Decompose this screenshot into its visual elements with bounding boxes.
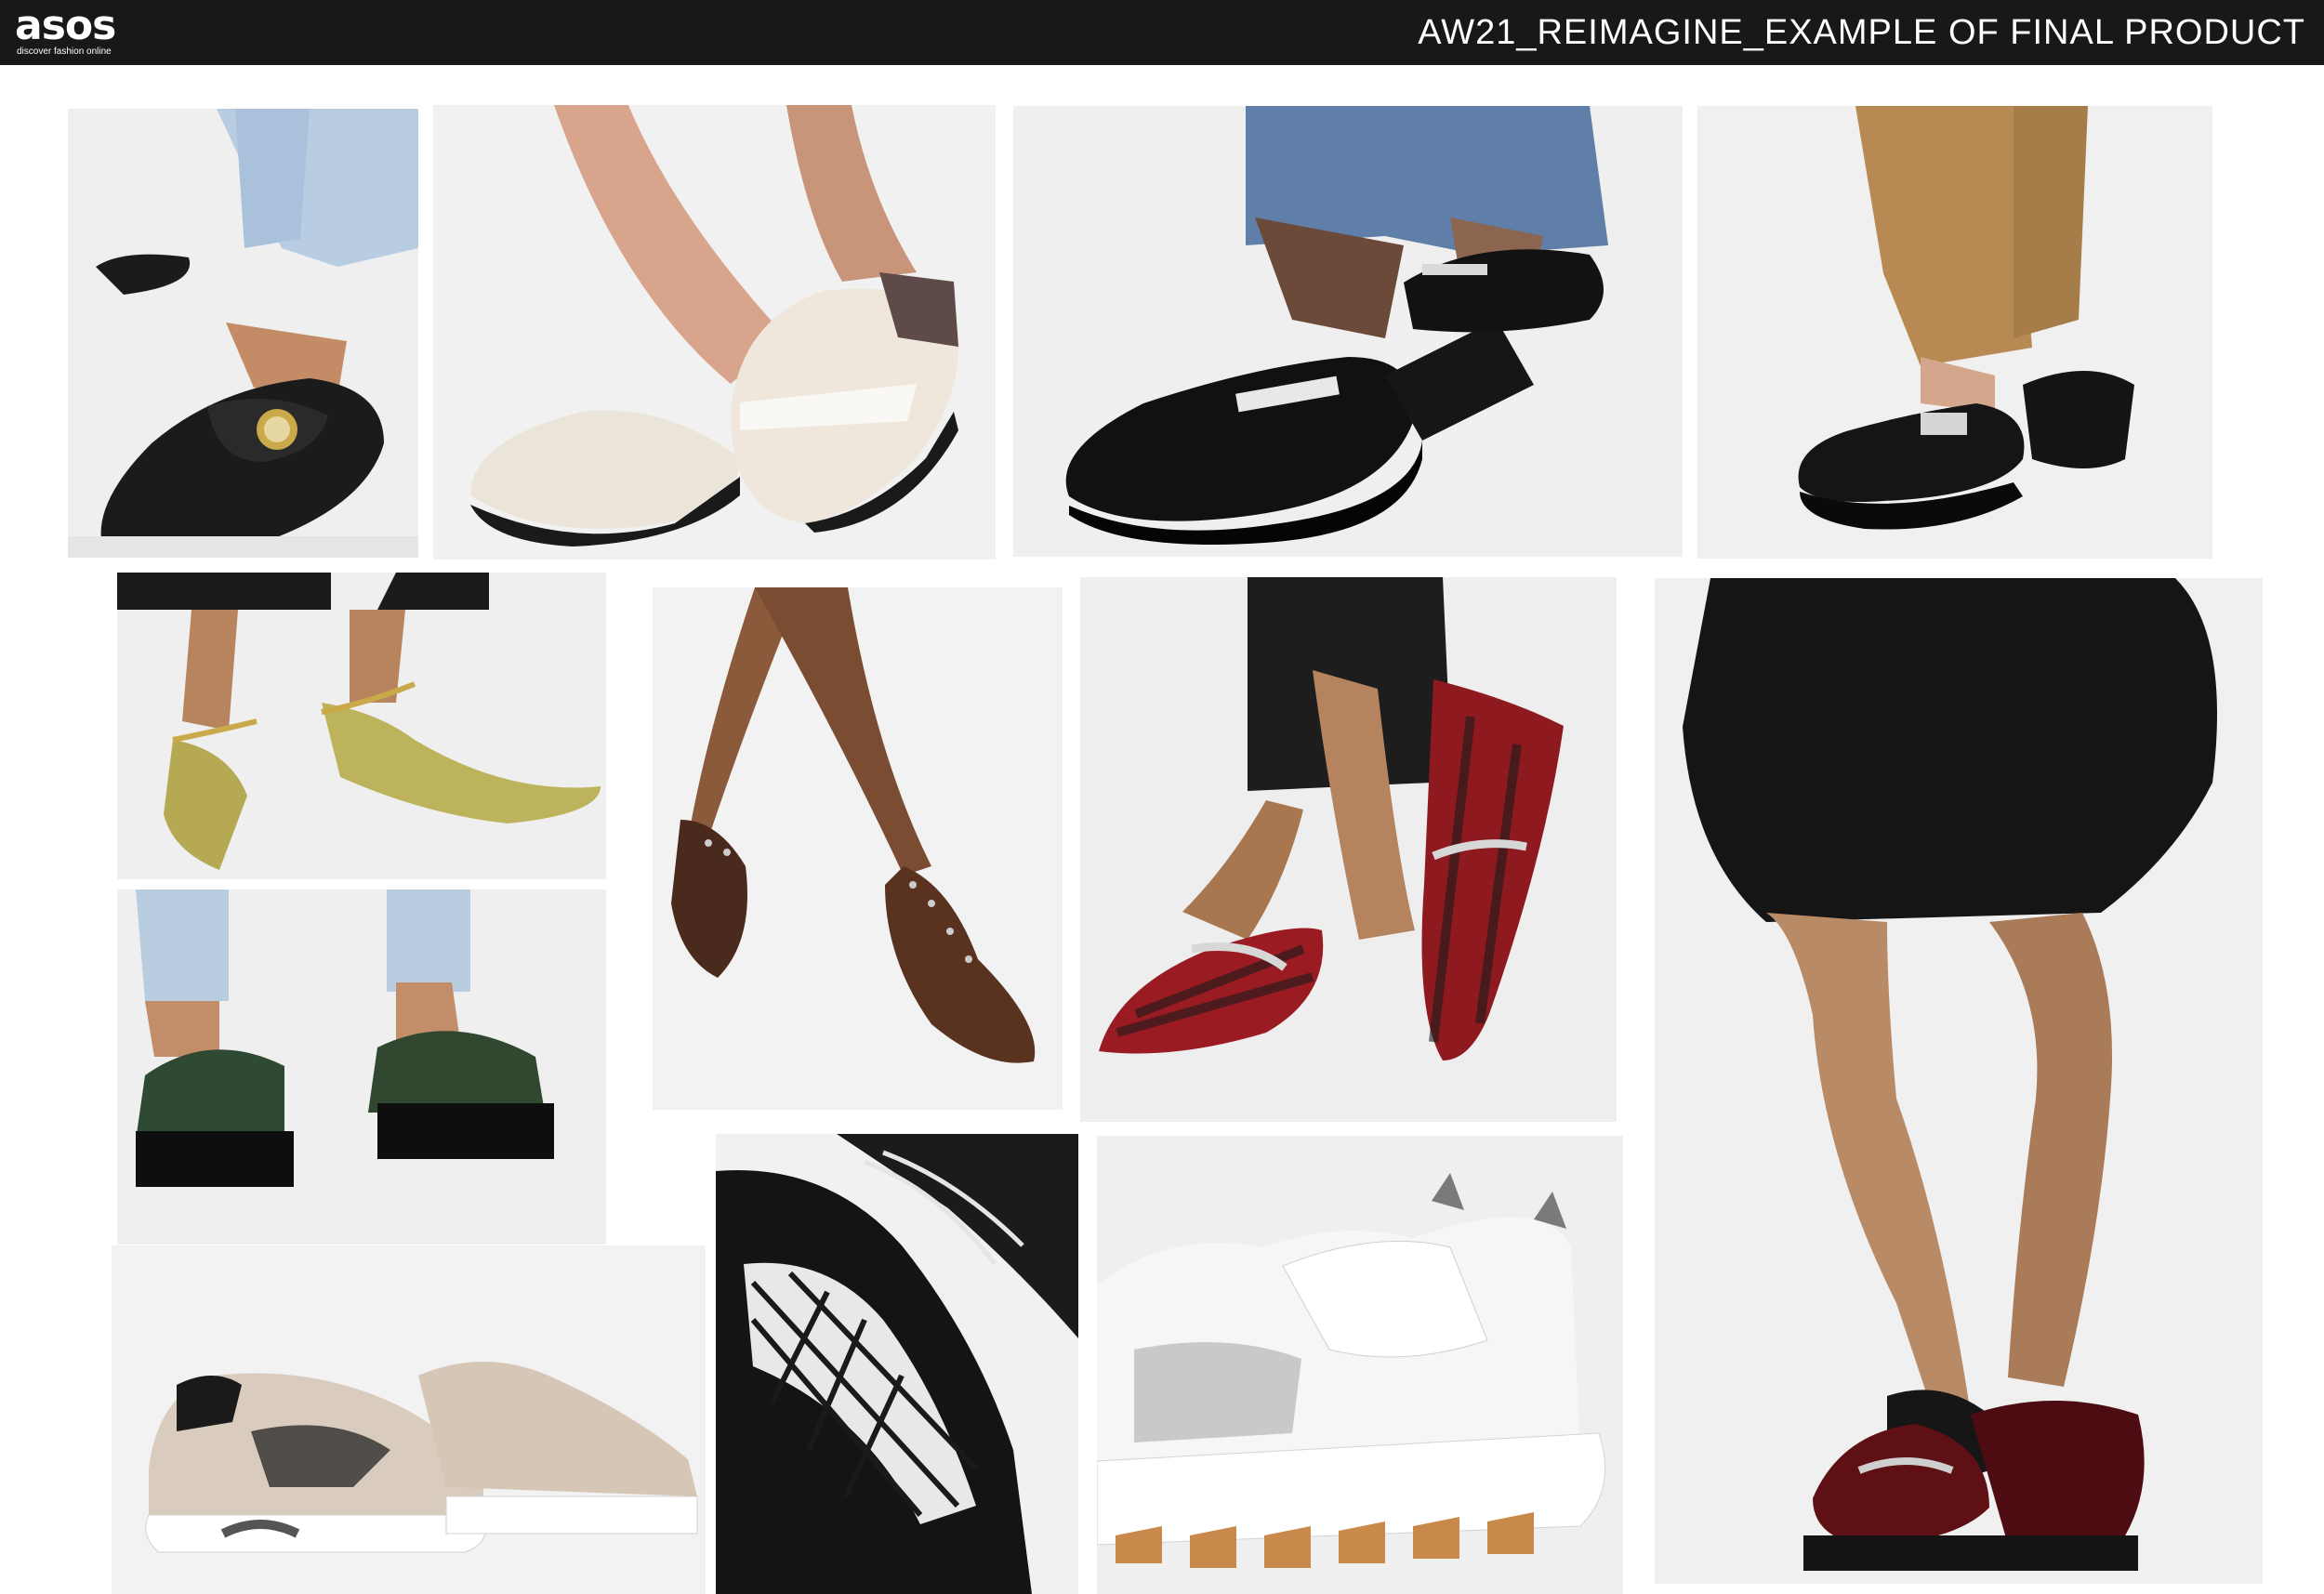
flat-photo-icon bbox=[1080, 577, 1617, 1122]
product-photo-red-check-flat bbox=[1080, 577, 1617, 1122]
mule-photo-icon bbox=[1013, 106, 1683, 557]
product-photo-burgundy-chunky-loafer bbox=[1655, 578, 2263, 1584]
asos-logo[interactable]: asos discover fashion online bbox=[15, 2, 136, 59]
loafer-photo-icon bbox=[1655, 578, 2263, 1584]
product-photo-green-lace-up bbox=[117, 889, 606, 1245]
product-photo-black-patent-mule bbox=[1013, 106, 1683, 557]
product-photo-black-slingback bbox=[1697, 106, 2212, 559]
logo-tagline: discover fashion online bbox=[17, 46, 112, 57]
loafer-photo-icon bbox=[68, 109, 418, 558]
loafer-photo-icon bbox=[1697, 106, 2212, 559]
mule-photo-icon bbox=[433, 105, 996, 560]
header-bar: asos discover fashion online AW21_REIMAG… bbox=[0, 0, 2324, 65]
lace-up-photo-icon bbox=[117, 889, 606, 1245]
product-photo-tortoise-studded-flat bbox=[653, 587, 1063, 1110]
logo-wordmark: asos bbox=[15, 2, 116, 49]
product-photo-white-trainer bbox=[1097, 1136, 1623, 1594]
product-photo-black-loafer bbox=[68, 109, 418, 558]
product-photo-cream-mule bbox=[433, 105, 996, 560]
flat-photo-icon bbox=[653, 587, 1063, 1110]
flat-photo-icon bbox=[117, 573, 606, 879]
page-title: AW21_REIMAGINE_EXAMPLE OF FINAL PRODUCT bbox=[1418, 13, 2305, 52]
product-photo-black-check-trainer bbox=[716, 1134, 1078, 1594]
trainer-photo-icon bbox=[716, 1134, 1078, 1594]
trainer-photo-icon bbox=[112, 1245, 706, 1594]
trainer-photo-icon bbox=[1097, 1136, 1623, 1594]
product-photo-olive-chain-flat bbox=[117, 573, 606, 879]
product-photo-beige-trainer bbox=[112, 1245, 706, 1594]
